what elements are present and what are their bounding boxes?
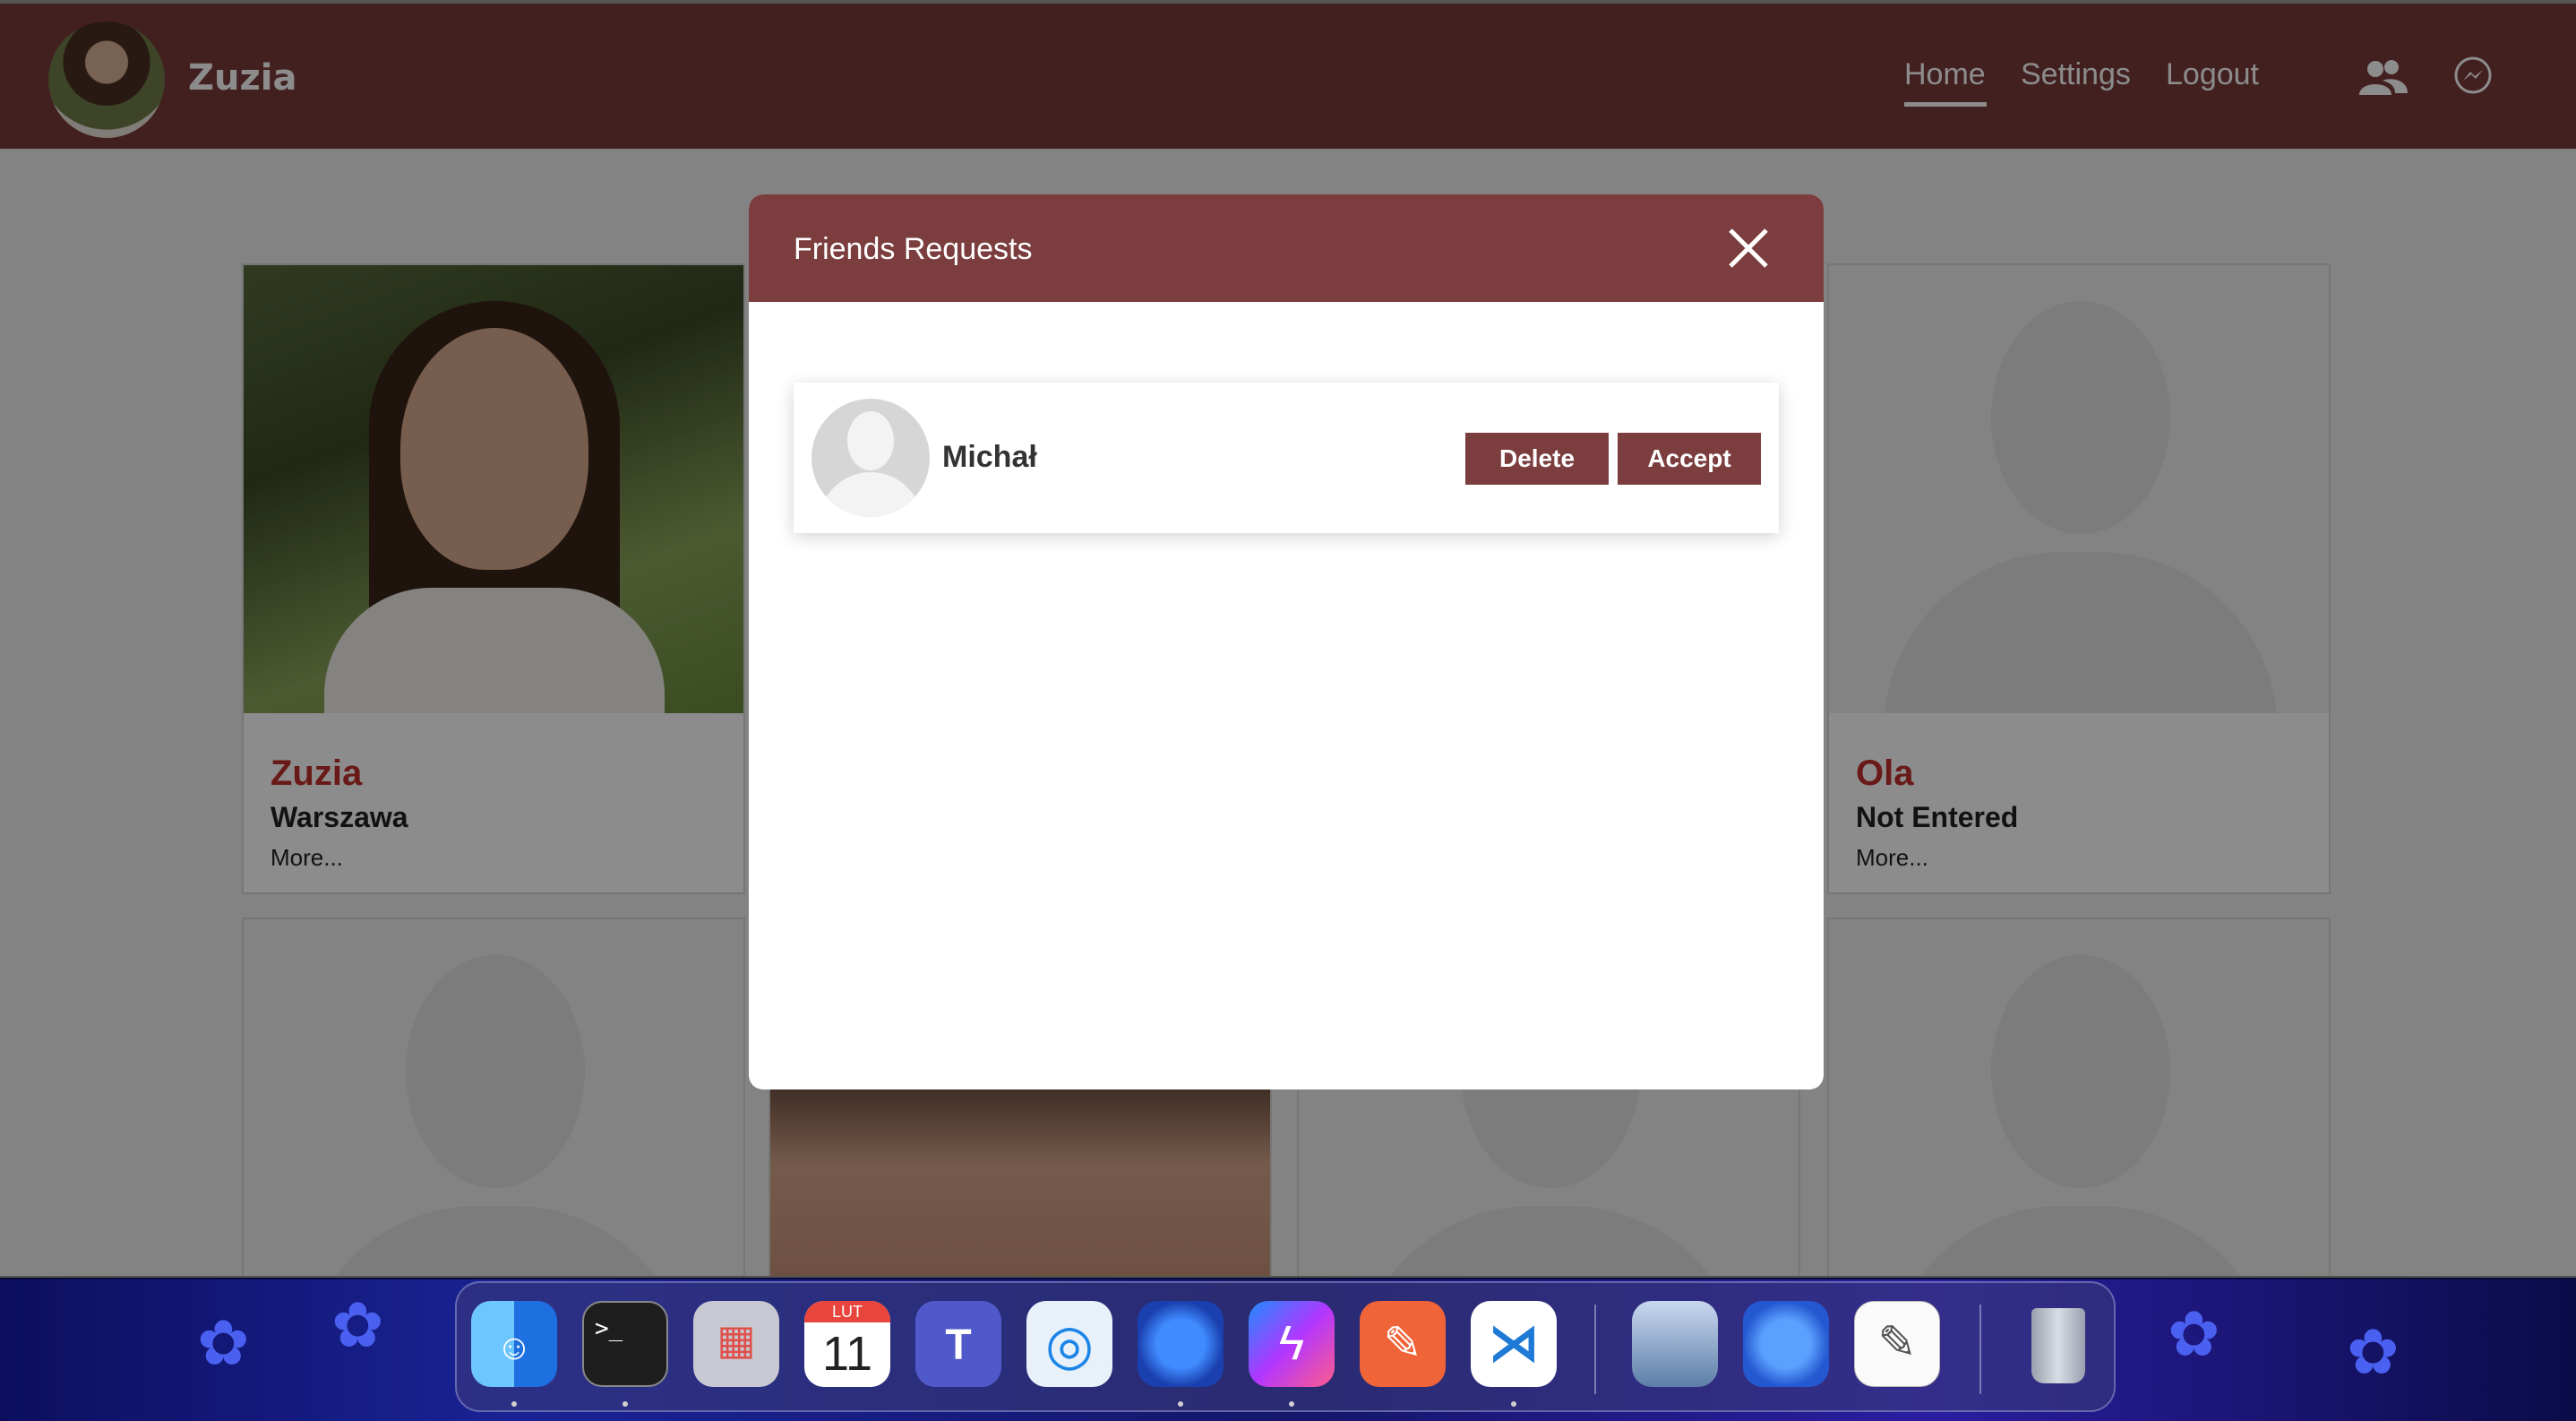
request-name: Michał	[942, 440, 1037, 474]
textedit-icon[interactable]: ✎	[1854, 1301, 1940, 1387]
teams-icon[interactable]: T	[915, 1301, 1001, 1387]
terminal-icon[interactable]: >_	[582, 1301, 668, 1387]
modal-title: Friends Requests	[794, 232, 1033, 266]
launchpad-icon[interactable]: ▦	[693, 1301, 779, 1387]
app-window: Zuzia Home Settings Logout Zuzia Warszaw…	[0, 0, 2576, 1278]
finder-icon[interactable]: ☺	[471, 1301, 557, 1387]
calendar-icon[interactable]: LUT 11	[804, 1301, 890, 1387]
preview-icon[interactable]	[1632, 1301, 1718, 1387]
trash-icon[interactable]	[2015, 1301, 2101, 1387]
calendar-day: 11	[821, 1327, 873, 1381]
delete-request-button[interactable]: Delete	[1465, 433, 1609, 485]
friend-request-item: Michał Delete Accept	[794, 383, 1779, 533]
friend-requests-modal: Friends Requests Michał Delete Accept	[749, 194, 1824, 1089]
calendar-month: LUT	[804, 1301, 890, 1322]
messenger-icon[interactable]: ϟ	[1249, 1301, 1335, 1387]
firefox-icon[interactable]	[1138, 1301, 1224, 1387]
modal-header: Friends Requests	[749, 194, 1824, 302]
request-avatar	[811, 399, 930, 517]
postman-icon[interactable]: ✎	[1360, 1301, 1446, 1387]
vscode-icon[interactable]: ⋊	[1471, 1301, 1557, 1387]
accept-request-button[interactable]: Accept	[1618, 433, 1761, 485]
close-icon[interactable]	[1722, 221, 1775, 275]
firefox-dev-icon[interactable]	[1743, 1301, 1829, 1387]
safari-icon[interactable]: ◎	[1026, 1301, 1112, 1387]
dock: ☺ >_ ▦ LUT 11 T ◎ ϟ ✎ ⋊ ✎	[455, 1281, 2116, 1412]
